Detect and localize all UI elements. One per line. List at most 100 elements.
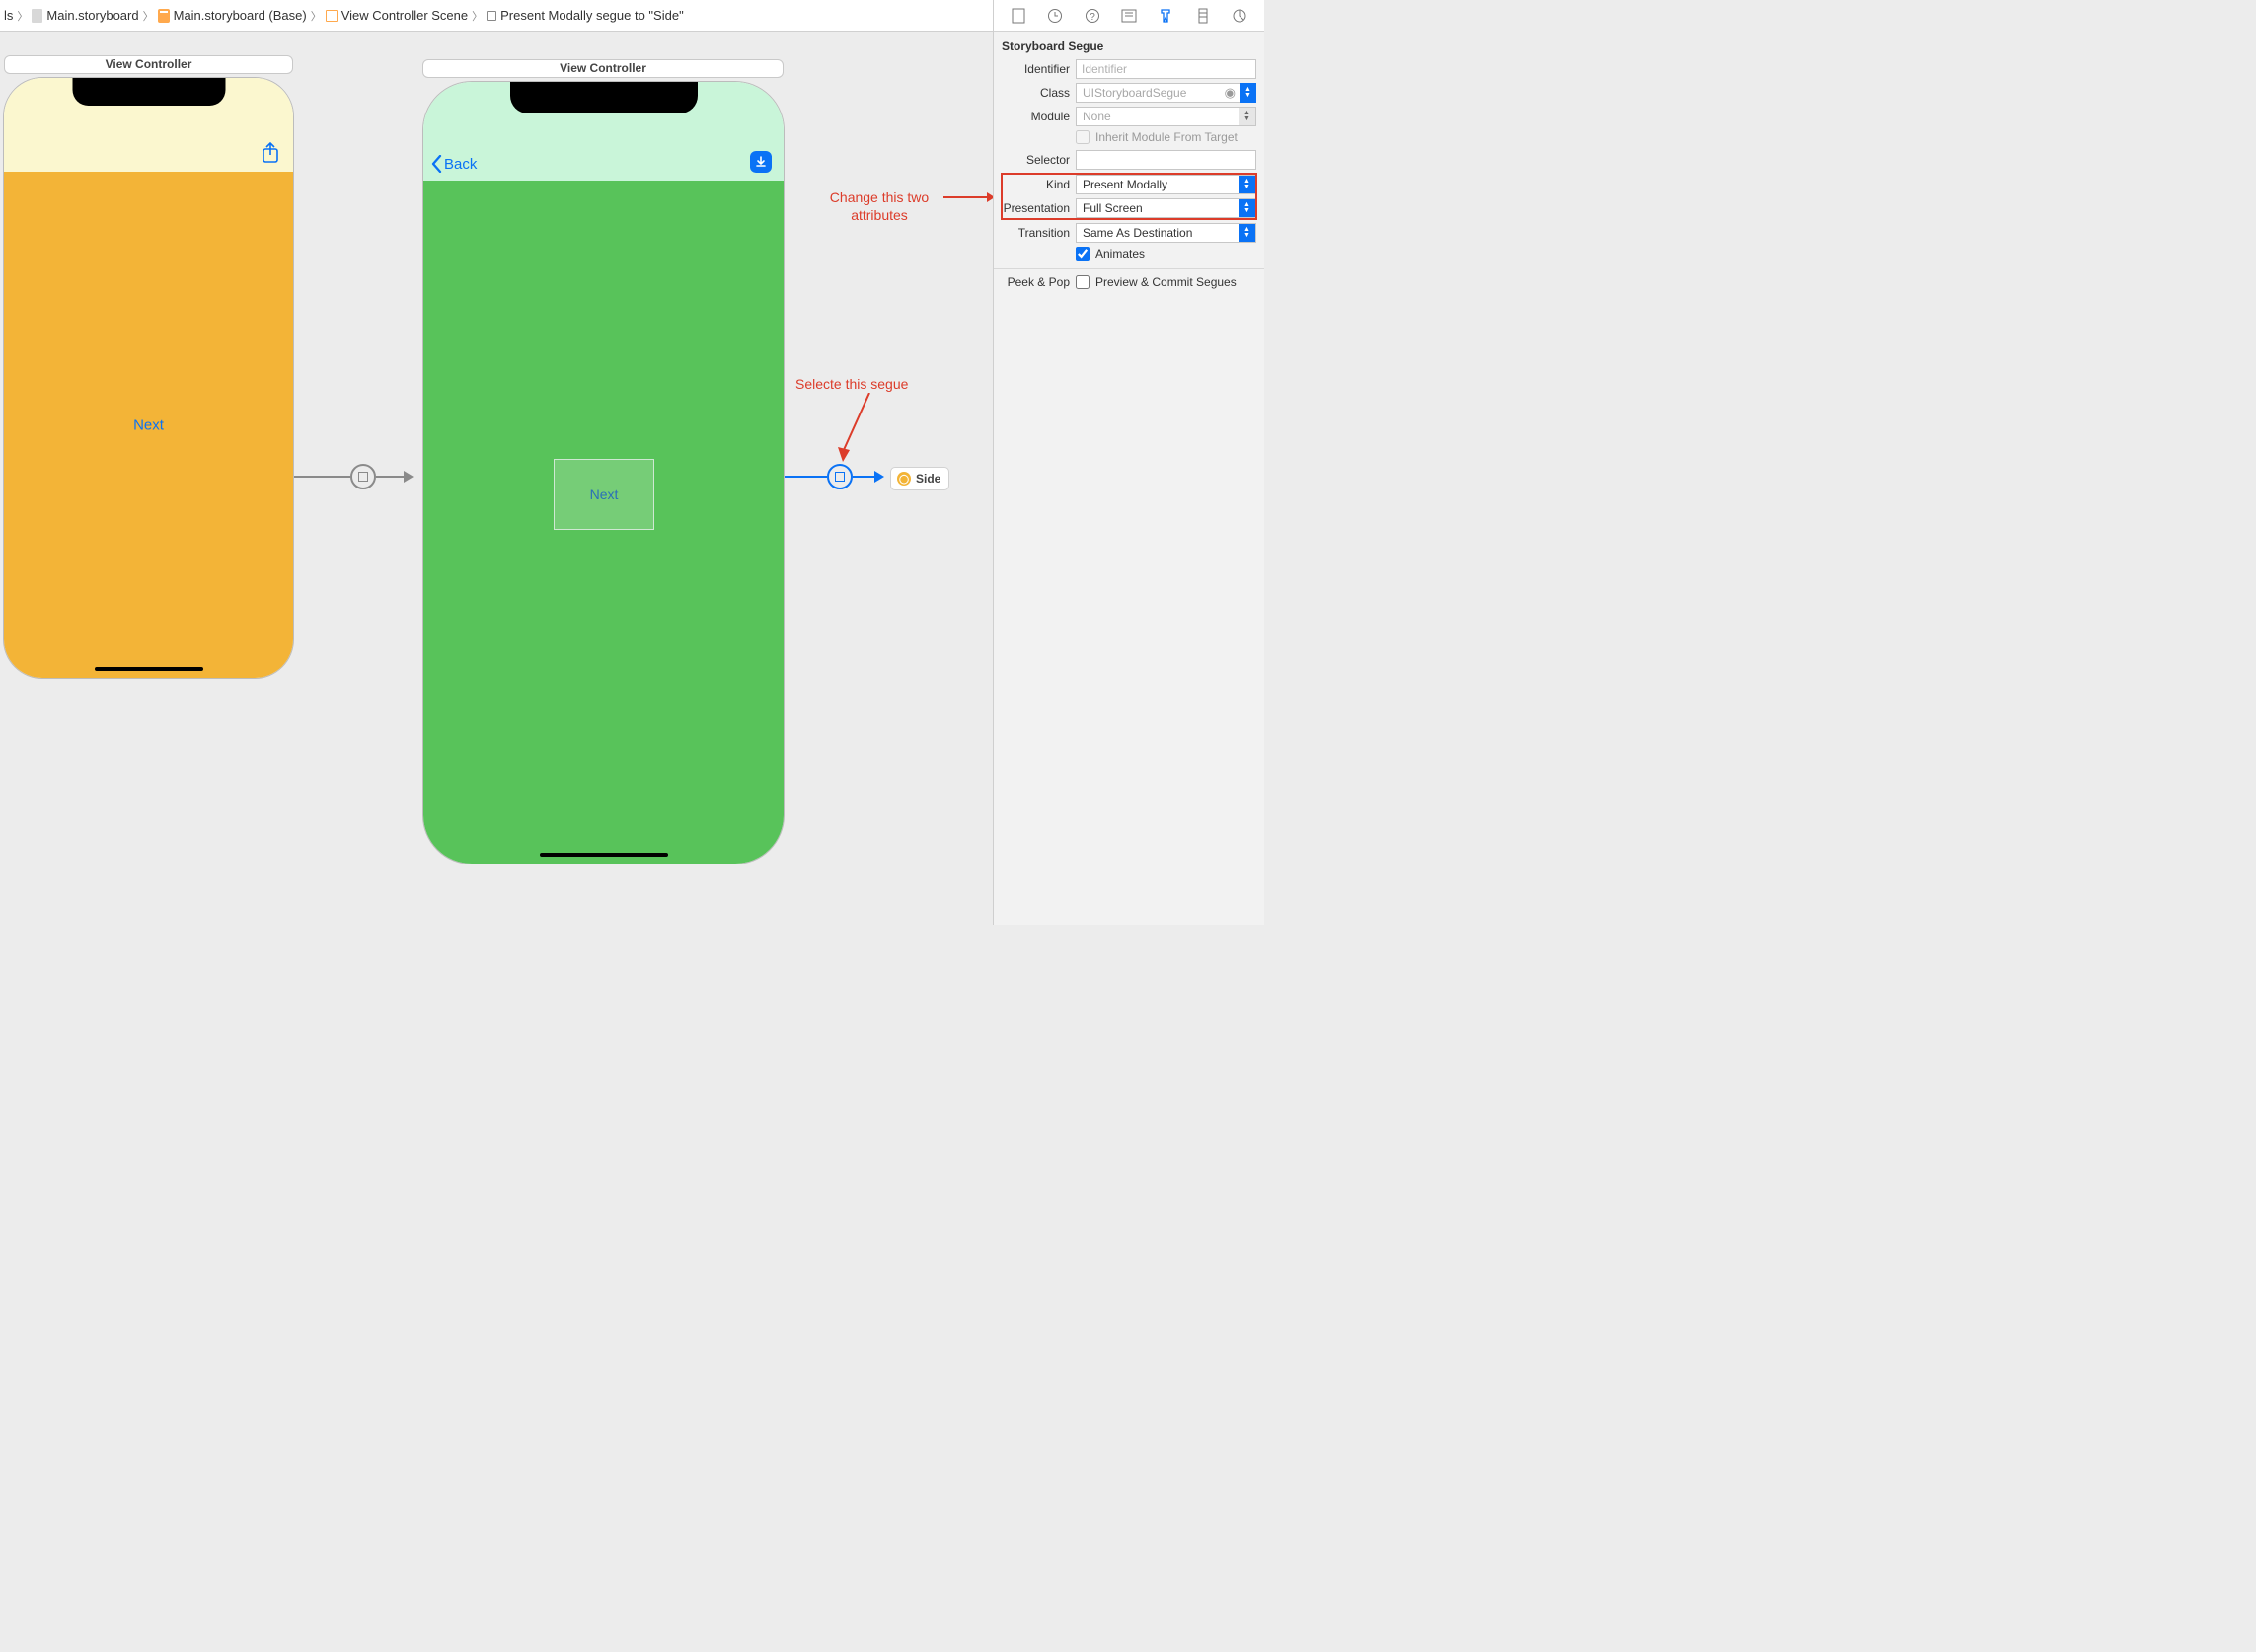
vc2-scene[interactable]: Back Next [422,81,785,864]
class-field[interactable]: UIStoryboardSegue ◉ [1076,83,1240,103]
breadcrumb-item-base[interactable]: Main.storyboard (Base) [158,8,307,23]
animates-checkbox[interactable]: Animates [1076,247,1256,261]
separator [994,268,1264,269]
download-button[interactable] [750,151,772,173]
download-icon [755,156,767,168]
segue-node-selected[interactable] [827,464,853,489]
chevron-right-icon: 〉 [143,8,154,24]
label-kind: Kind [1002,178,1076,191]
class-dropdown-button[interactable]: ▲▼ [1240,83,1256,103]
annotation-arrow-attrs [943,191,993,203]
back-button-label: Back [444,156,477,173]
kind-select[interactable]: Present Modally ▲▼ [1076,175,1256,194]
identity-inspector-tab[interactable] [1119,6,1139,26]
breadcrumb-item-file[interactable]: Main.storyboard [32,8,138,23]
device-notch [510,82,698,113]
attributes-inspector-tab[interactable] [1156,6,1175,26]
present-modally-icon [358,472,368,482]
annotation-arrow-segue [835,393,874,464]
module-value: None [1083,110,1111,123]
breadcrumb-file-label: Main.storyboard [46,8,138,23]
inspector-panel: ? Storyboard Segue Identifier Class UISt… [993,0,1264,925]
vc1-content: Next [4,172,293,678]
kind-value: Present Modally [1083,178,1167,191]
row-presentation: Presentation Full Screen ▲▼ [1002,198,1256,218]
container-view-selected[interactable]: Next [554,459,654,530]
chevron-updown-icon: ▲▼ [1239,108,1255,125]
breadcrumb-item-scene[interactable]: View Controller Scene [326,8,468,23]
history-inspector-tab[interactable] [1045,6,1065,26]
breadcrumb-base-label: Main.storyboard (Base) [174,8,307,23]
vc1-next-button[interactable]: Next [133,416,164,433]
class-clear-icon[interactable]: ◉ [1225,85,1240,101]
chevron-right-icon: 〉 [472,8,483,24]
breadcrumb-item-segue[interactable]: Present Modally segue to "Side" [487,8,684,23]
chevron-right-icon: 〉 [311,8,322,24]
annotation-segue-label: Selecte this segue [795,376,908,392]
file-icon [32,9,42,23]
chevron-updown-icon: ▲▼ [1239,176,1255,193]
row-inherit: Inherit Module From Target [1002,130,1256,144]
row-selector: Selector [1002,150,1256,170]
presentation-select[interactable]: Full Screen ▲▼ [1076,198,1256,218]
selector-input[interactable] [1076,150,1256,170]
segue-arrowhead-1 [404,471,414,483]
segue-line-1 [294,476,350,478]
label-peekpop: Peek & Pop [1002,275,1076,289]
device-notch [72,78,225,106]
transition-value: Same As Destination [1083,226,1192,240]
back-button[interactable]: Back [431,155,477,173]
inspector-heading: Storyboard Segue [1002,39,1256,53]
home-indicator [540,853,668,857]
breadcrumb-scene-label: View Controller Scene [341,8,468,23]
label-identifier: Identifier [1002,62,1076,76]
row-animates: Animates [1002,247,1256,261]
chevron-left-icon [431,155,442,173]
label-presentation: Presentation [1002,201,1076,215]
segue-arrowhead-2 [874,471,884,483]
breadcrumb-item-root[interactable]: ls [4,8,13,23]
label-class: Class [1002,86,1076,100]
label-module: Module [1002,110,1076,123]
segue-node-1[interactable] [350,464,376,489]
inherit-module-checkbox[interactable]: Inherit Module From Target [1076,130,1256,144]
segue-line-2 [785,476,827,478]
present-modally-icon [835,472,845,482]
chevron-updown-icon: ▲▼ [1239,224,1255,242]
file-inspector-tab[interactable] [1009,6,1028,26]
identifier-input[interactable] [1076,59,1256,79]
segue-line-1b [376,476,404,478]
viewcontroller-icon: ◯ [897,472,911,486]
class-value: UIStoryboardSegue [1083,86,1186,100]
row-class: Class UIStoryboardSegue ◉ ▲▼ [1002,83,1256,103]
segue-icon [487,11,496,21]
home-indicator [95,667,203,671]
storyboard-file-icon [158,9,170,23]
module-select[interactable]: None ▲▼ [1076,107,1256,126]
side-scene-chip[interactable]: ◯ Side [890,467,949,490]
animates-label: Animates [1095,247,1145,261]
size-inspector-tab[interactable] [1193,6,1213,26]
row-module: Module None ▲▼ [1002,107,1256,126]
svg-text:?: ? [1090,12,1095,23]
vc1-scene[interactable]: Next [3,77,294,679]
help-inspector-tab[interactable]: ? [1083,6,1102,26]
share-button[interactable] [262,142,279,164]
highlighted-attributes-box: Kind Present Modally ▲▼ Presentation Ful… [1002,174,1256,219]
chevron-updown-icon: ▲▼ [1239,199,1255,217]
connections-inspector-tab[interactable] [1230,6,1249,26]
vc1-title-bar[interactable]: View Controller [4,55,293,74]
annotation-segue: Selecte this segue [795,376,908,394]
label-selector: Selector [1002,153,1076,167]
vc2-title-bar[interactable]: View Controller [422,59,784,78]
chevron-right-icon: 〉 [17,8,28,24]
inspector-tabs: ? [994,0,1264,32]
storyboard-canvas[interactable]: View Controller Next View Controller Bac… [0,32,993,925]
annotation-attrs-line2: attributes [851,207,908,223]
row-kind: Kind Present Modally ▲▼ [1002,175,1256,194]
transition-select[interactable]: Same As Destination ▲▼ [1076,223,1256,243]
scene-icon [326,10,338,22]
share-icon [262,142,279,164]
breadcrumb-root-label: ls [4,8,13,23]
peekpop-checkbox[interactable]: Preview & Commit Segues [1076,275,1256,289]
